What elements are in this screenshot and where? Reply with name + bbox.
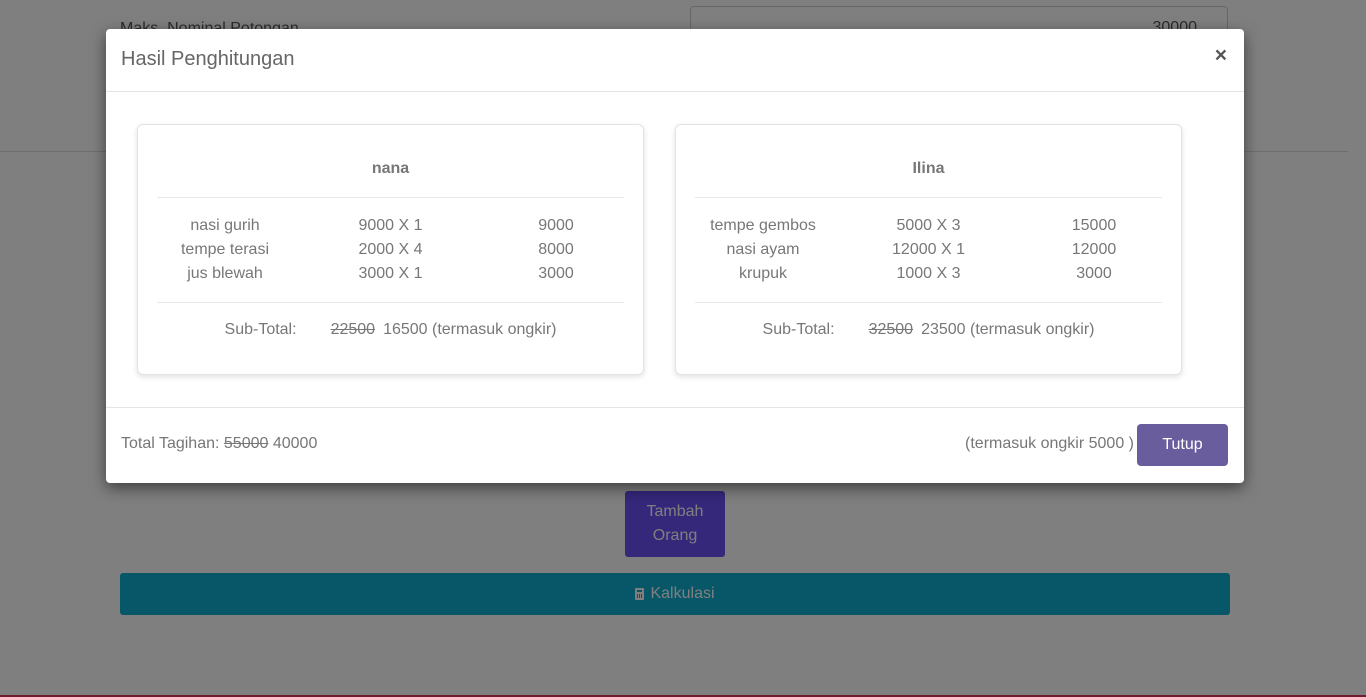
person-name: nana	[371, 160, 410, 177]
subtotal-label: Sub-Total:	[762, 321, 835, 338]
total-label: Total Tagihan:	[121, 435, 220, 452]
subtotal-label: Sub-Total:	[224, 321, 297, 338]
item-row: tempe gembos 5000 X 3 15000	[695, 214, 1162, 238]
modal-body: nana nasi gurih 9000 X 1 9000 tempe tera…	[106, 92, 1244, 408]
modal-header: Hasil Penghitungan ×	[106, 29, 1244, 92]
item-name: tempe gembos	[710, 217, 816, 234]
person-card: nana nasi gurih 9000 X 1 9000 tempe tera…	[137, 124, 644, 375]
divider	[695, 302, 1162, 303]
subtotal: Sub-Total: 32500 23500 (termasuk ongkir)	[676, 321, 1181, 339]
total-bill: Total Tagihan: 55000 40000	[121, 435, 317, 453]
item-row: jus blewah 3000 X 1 3000	[157, 262, 624, 286]
item-total: 9000	[538, 217, 574, 234]
close-icon[interactable]: ×	[1215, 44, 1227, 68]
modal-title: Hasil Penghitungan	[121, 48, 295, 70]
item-row: nasi ayam 12000 X 1 12000	[695, 238, 1162, 262]
item-row: nasi gurih 9000 X 1 9000	[157, 214, 624, 238]
item-qty: 12000 X 1	[892, 241, 965, 258]
divider	[157, 302, 624, 303]
item-total: 15000	[1071, 217, 1117, 234]
shipping-note: (termasuk ongkir 5000 )	[965, 435, 1134, 452]
item-row: krupuk 1000 X 3 3000	[695, 262, 1162, 286]
item-qty: 5000 X 3	[896, 217, 961, 234]
divider	[695, 197, 1162, 198]
item-qty: 2000 X 4	[358, 241, 423, 258]
modal-footer: Total Tagihan: 55000 40000 (termasuk ong…	[106, 407, 1244, 483]
subtotal-old-value: 22500	[330, 321, 376, 338]
item-total: 3000	[538, 265, 574, 282]
item-qty: 1000 X 3	[896, 265, 961, 282]
person-name: Ilina	[912, 160, 945, 177]
result-modal: Hasil Penghitungan × nana nasi gurih 900…	[106, 29, 1244, 483]
item-total: 3000	[1076, 265, 1112, 282]
item-total: 12000	[1071, 241, 1117, 258]
item-qty: 3000 X 1	[358, 265, 423, 282]
item-name: nasi gurih	[190, 217, 260, 234]
subtotal-new-value: 23500 (termasuk ongkir)	[921, 321, 1095, 338]
item-total: 8000	[538, 241, 574, 258]
divider	[157, 197, 624, 198]
subtotal: Sub-Total: 22500 16500 (termasuk ongkir)	[138, 321, 643, 339]
subtotal-old-value: 32500	[868, 321, 914, 338]
subtotal-new-value: 16500 (termasuk ongkir)	[383, 321, 557, 338]
item-name: jus blewah	[187, 265, 263, 282]
item-name: nasi ayam	[726, 241, 800, 258]
total-old-value: 55000	[223, 435, 269, 452]
close-button[interactable]: Tutup	[1137, 424, 1228, 466]
item-qty: 9000 X 1	[358, 217, 423, 234]
item-row: tempe terasi 2000 X 4 8000	[157, 238, 624, 262]
total-new-value: 40000	[272, 435, 318, 452]
item-name: krupuk	[738, 265, 788, 282]
item-name: tempe terasi	[180, 241, 270, 258]
person-card: Ilina tempe gembos 5000 X 3 15000 nasi a…	[675, 124, 1182, 375]
